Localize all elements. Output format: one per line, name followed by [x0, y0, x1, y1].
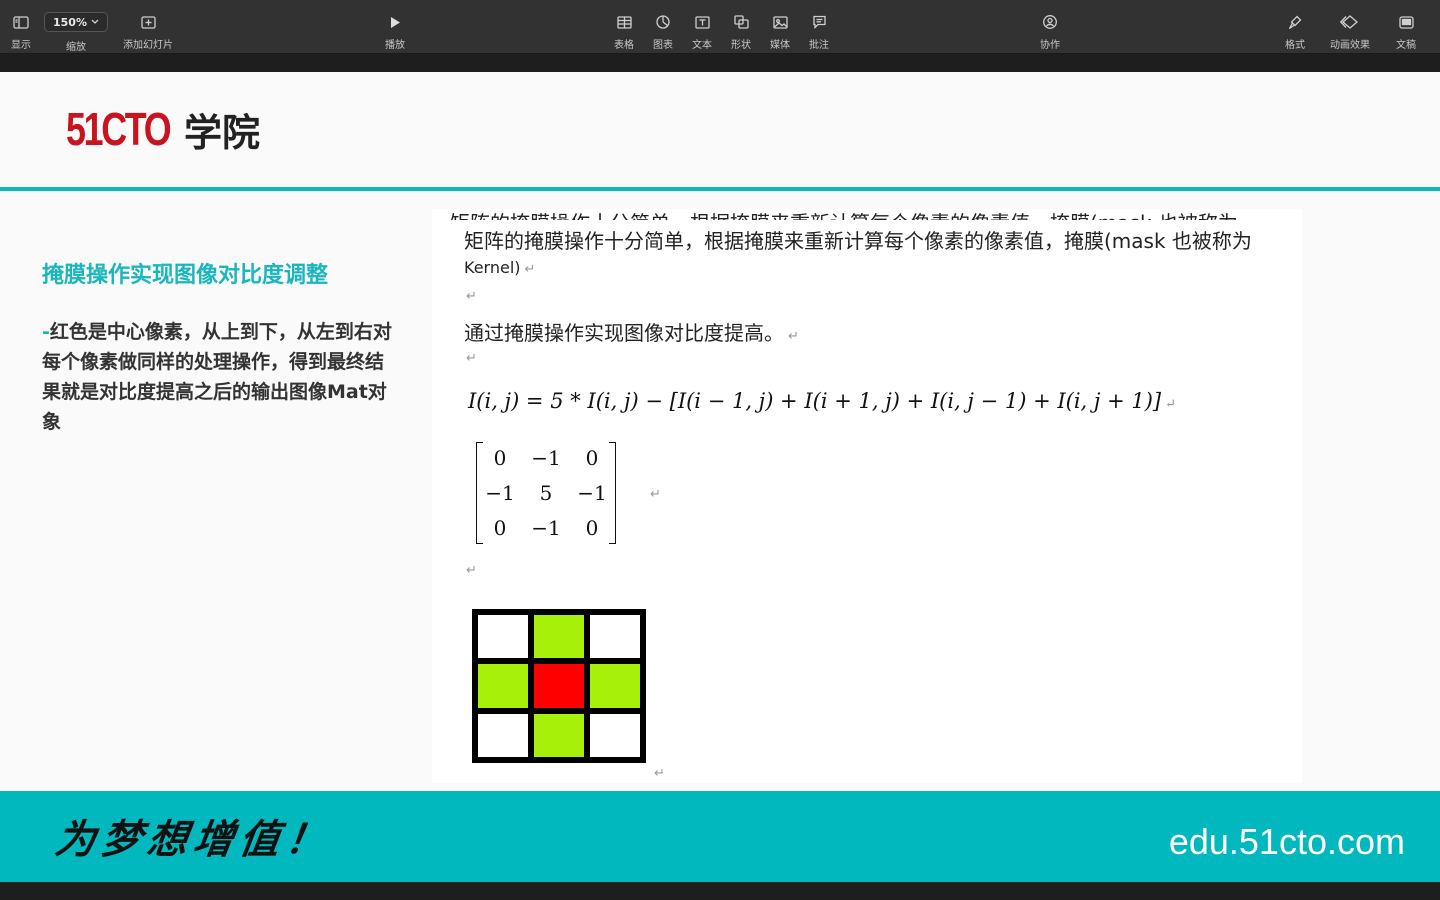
return-mark: ↵	[466, 563, 477, 578]
canvas-background-bottom	[0, 882, 1440, 900]
return-mark: ↵	[788, 329, 799, 344]
comment-label: 批注	[809, 40, 829, 51]
zoom-label: 缩放	[66, 42, 86, 53]
matrix-cell: 0	[493, 446, 507, 470]
collaborate-label: 协作	[1040, 40, 1060, 51]
matrix-cell: 0	[585, 446, 599, 470]
toolbar: 显示 150% 缩放 添加幻灯片 播放 表格 图表 文本 形状 媒体 批注 协作…	[0, 0, 1440, 54]
media-label: 媒体	[770, 40, 790, 51]
canvas-background	[0, 54, 1440, 72]
image-icon	[772, 14, 788, 30]
pixel-cell	[478, 713, 528, 757]
return-mark: ↵	[466, 351, 477, 366]
logo-number: 51CTO	[66, 103, 172, 155]
matrix-cell: −1	[531, 446, 561, 470]
pixel-cell-center	[534, 664, 584, 708]
kernel-matrix: 0 −1 0 −1 5 −1 0 −1 0	[476, 442, 616, 544]
matrix-cell: −1	[531, 516, 561, 540]
view-label: 显示	[11, 40, 31, 51]
pixel-cell	[478, 615, 528, 659]
pixel-cell	[534, 713, 584, 757]
matrix-cell: −1	[577, 481, 607, 505]
chart-button[interactable]: 图表	[649, 0, 677, 54]
table-button[interactable]: 表格	[610, 0, 638, 54]
doc-text-line-1: 矩阵的掩膜操作十分简单，根据掩膜来重新计算每个像素的像素值，掩膜(mask 也被…	[464, 229, 1252, 253]
doc-text-line-2: Kernel) ↵	[464, 258, 536, 277]
matrix-cell: 0	[493, 516, 507, 540]
header-divider	[0, 187, 1440, 191]
play-button[interactable]: 播放	[381, 0, 409, 54]
return-mark: ↵	[524, 262, 536, 277]
add-slide-icon	[140, 14, 156, 30]
footer-banner: 为梦想增值！ edu.51cto.com	[0, 791, 1440, 882]
animate-icon	[1340, 14, 1360, 30]
zoom-value: 150%	[53, 15, 87, 29]
table-icon	[616, 14, 632, 30]
matrix-cell: 0	[585, 516, 599, 540]
format-label: 格式	[1285, 40, 1305, 51]
collaborate-button[interactable]: 协作	[1036, 0, 1064, 54]
zoom-select[interactable]: 150%	[44, 12, 108, 32]
animate-button[interactable]: 动画效果	[1326, 0, 1374, 54]
document-image[interactable]: 矩阵的掩膜操作十分简单，根据掩膜来重新计算每个像素的像素值，掩膜(mask 也被…	[432, 209, 1302, 783]
chevron-down-icon	[91, 19, 99, 24]
slide-title[interactable]: 掩膜操作实现图像对比度调整	[42, 257, 328, 289]
sidebar-icon	[13, 14, 29, 30]
document-label: 文稿	[1396, 40, 1416, 51]
text-box-icon	[694, 14, 710, 30]
body-text: 红色是中心像素，从上到下，从左到右对每个像素做同样的处理操作，得到最终结果就是对…	[42, 321, 392, 433]
formula: I(i, j) = 5 * I(i, j) − [I(i − 1, j) + I…	[468, 389, 1177, 413]
format-button[interactable]: 格式	[1281, 0, 1309, 54]
bullet-dash: -	[42, 321, 50, 343]
chart-icon	[656, 14, 670, 30]
text-label: 文本	[692, 40, 712, 51]
pixel-cell	[590, 664, 640, 708]
comment-icon	[812, 14, 827, 30]
table-label: 表格	[614, 40, 634, 51]
matrix-cell: −1	[485, 481, 515, 505]
document-button[interactable]: 文稿	[1392, 0, 1420, 54]
shape-icon	[733, 14, 749, 30]
paintbrush-icon	[1288, 14, 1302, 30]
collaborate-icon	[1042, 14, 1058, 30]
pixel-cell	[478, 664, 528, 708]
pixel-cell	[590, 615, 640, 659]
return-mark: ↵	[654, 766, 665, 781]
add-slide-label: 添加幻灯片	[123, 40, 173, 51]
doc-text-line-3: 通过掩膜操作实现图像对比度提高。 ↵	[464, 321, 799, 345]
chart-label: 图表	[653, 40, 673, 51]
text-button[interactable]: 文本	[688, 0, 716, 54]
pixel-cell	[534, 615, 584, 659]
media-button[interactable]: 媒体	[766, 0, 794, 54]
document-icon	[1398, 14, 1414, 30]
animate-label: 动画效果	[1330, 40, 1370, 51]
play-label: 播放	[385, 40, 405, 51]
return-mark: ↵	[466, 289, 477, 304]
footer-site: edu.51cto.com	[1168, 821, 1405, 862]
matrix-cell: 5	[539, 481, 553, 505]
slide-canvas[interactable]: 51CTO 学院 掩膜操作实现图像对比度调整 -红色是中心像素，从上到下，从左到…	[0, 72, 1440, 882]
return-mark: ↵	[650, 487, 661, 502]
comment-button[interactable]: 批注	[805, 0, 833, 54]
logo-text: 学院	[184, 110, 261, 155]
view-button[interactable]: 显示	[8, 0, 34, 54]
pixel-cell	[590, 713, 640, 757]
pixel-grid	[472, 609, 646, 763]
logo: 51CTO 学院	[66, 103, 261, 155]
slide-body-text[interactable]: -红色是中心像素，从上到下，从左到右对每个像素做同样的处理操作，得到最终结果就是…	[42, 317, 392, 437]
return-mark: ↵	[1165, 397, 1177, 412]
footer-slogan: 为梦想增值！	[52, 816, 335, 863]
shape-label: 形状	[731, 40, 751, 51]
play-icon	[389, 14, 401, 30]
add-slide-button[interactable]: 添加幻灯片	[118, 0, 178, 54]
shape-button[interactable]: 形状	[727, 0, 755, 54]
